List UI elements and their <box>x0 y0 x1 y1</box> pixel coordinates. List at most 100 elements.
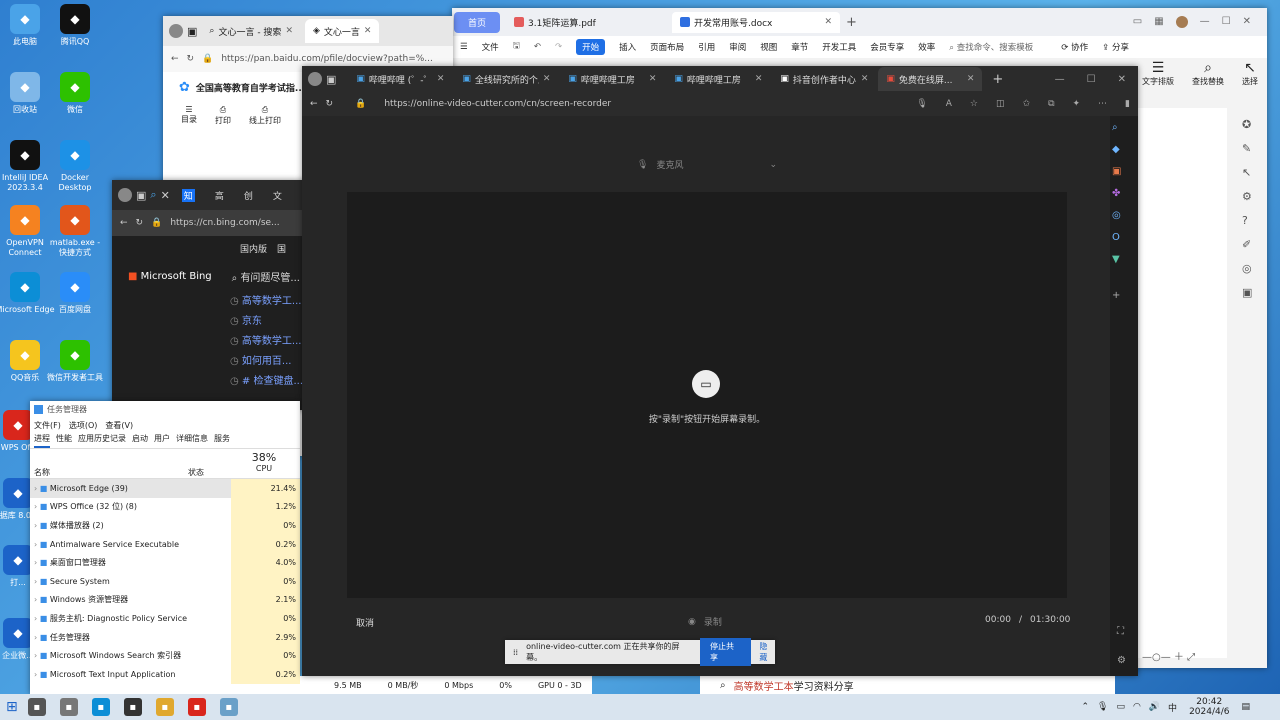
tm-tab[interactable]: 进程 <box>34 433 50 448</box>
location-icon[interactable]: ◎ <box>1242 262 1252 275</box>
find-replace-button[interactable]: ⌕ 查找替换 <box>1192 60 1224 87</box>
tm-tab[interactable]: 启动 <box>132 433 148 448</box>
table-row[interactable]: › ■ Microsoft Text Input Application 0.2% <box>30 664 300 684</box>
edge-icon[interactable]: ▪ <box>91 698 110 716</box>
close-icon[interactable]: ✕ <box>967 74 975 84</box>
maximize-icon[interactable]: ☐ <box>1087 74 1096 85</box>
tab-wenxin[interactable]: ◈ 文心一言 ✕ <box>304 19 380 43</box>
close-icon[interactable]: ✕ <box>437 74 445 84</box>
add-icon[interactable]: + <box>1112 290 1121 301</box>
browser-tab[interactable]: ▣ 免费在线屏... ✕ <box>878 67 983 91</box>
notification-icon[interactable]: ▤ <box>1241 702 1250 712</box>
browser-tab[interactable]: ▣全线研究所的个人... ✕ <box>454 67 558 91</box>
maximize-icon[interactable]: ☐ <box>1222 16 1231 28</box>
refresh-icon[interactable]: ↻ <box>136 218 144 228</box>
tabs-icon[interactable]: ▣ <box>136 189 146 202</box>
screenshot-icon[interactable]: ⛶ <box>1117 626 1126 637</box>
col-cpu-header[interactable]: 38% CPU <box>228 449 300 478</box>
volume-icon[interactable]: 🔊 <box>1149 702 1160 712</box>
menu-view[interactable]: 查看(V) <box>105 420 133 431</box>
folder-icon[interactable]: ▪ <box>155 698 174 716</box>
table-row[interactable]: › ■ 任务管理器 2.9% <box>30 627 300 647</box>
tray-up-icon[interactable]: ⌃ <box>1081 702 1089 712</box>
region-tab-cn[interactable]: 国内版 <box>240 242 267 255</box>
search-icon[interactable]: ⌕ <box>1112 122 1121 133</box>
close-icon[interactable]: ✕ <box>861 74 869 84</box>
mic-tray-icon[interactable]: 🎙 <box>1097 702 1108 712</box>
menu-file[interactable]: 文件(F) <box>34 420 61 431</box>
wps-icon[interactable]: ▪ <box>187 698 206 716</box>
select-button[interactable]: ↖ 选择 <box>1242 60 1258 87</box>
undo-icon[interactable]: ↶ <box>534 42 541 52</box>
search-command[interactable]: ⌕ 查找命令、搜索模板 <box>949 41 1033 53</box>
cancel-button[interactable]: 取消 <box>356 616 374 629</box>
tm-tab[interactable]: 服务 <box>214 433 230 448</box>
toc-button[interactable]: ☰ 目录 <box>181 105 197 126</box>
favorite-icon[interactable]: ☆ <box>970 99 978 109</box>
tm-tab[interactable]: 详细信息 <box>176 433 208 448</box>
table-row[interactable]: › ■ Microsoft Edge (39) 21.4% <box>30 479 300 498</box>
history-item[interactable]: ◷ 如何用百... <box>230 352 307 372</box>
ime-indicator[interactable]: 中 <box>1168 701 1177 714</box>
tab-zhihu[interactable]: 知 <box>174 183 203 207</box>
table-row[interactable]: › ■ WPS Office (32 位) (8) 1.2% <box>30 497 300 517</box>
sidebar-toggle-icon[interactable]: ▮ <box>1125 99 1130 109</box>
drag-handle-icon[interactable]: ⁞⁞ <box>513 648 518 657</box>
media-icon[interactable]: ▪ <box>123 698 142 716</box>
minimize-icon[interactable]: — <box>1200 16 1210 28</box>
wps-tab-docx[interactable]: 开发常用账号.docx ✕ <box>672 11 841 33</box>
close-window-icon[interactable]: ✕ <box>1243 16 1251 28</box>
wps-tab-pdf[interactable]: 3.1矩阵运算.pdf <box>506 12 666 33</box>
menu-view[interactable]: 视图 <box>760 41 777 53</box>
refresh-icon[interactable]: ↻ <box>187 54 195 64</box>
menu-layout[interactable]: 页面布局 <box>650 41 684 53</box>
desktop-icon[interactable]: ◆ matlab.exe - 快捷方式 <box>45 205 105 258</box>
pen-icon[interactable]: ✎ <box>1242 142 1252 155</box>
collab-button[interactable]: ⟳ 协作 <box>1061 41 1088 53</box>
new-tab-icon[interactable]: + <box>992 72 1003 87</box>
menu-icon[interactable]: ☰ <box>460 42 468 52</box>
app-icon[interactable]: ▪ <box>219 698 238 716</box>
profile-icon[interactable] <box>169 24 183 38</box>
browser-tab[interactable]: ▣ 抖音创作者中心 ✕ <box>772 67 876 91</box>
extension-icon[interactable]: ✦ <box>1073 99 1081 109</box>
table-row[interactable]: › ■ 桌面窗口管理器 4.0% <box>30 553 300 572</box>
desktop-icon[interactable]: ◆ Docker Desktop <box>45 140 105 193</box>
table-row[interactable]: › ■ Secure System 0% <box>30 571 300 591</box>
avatar[interactable] <box>1175 16 1188 28</box>
browser-tab[interactable]: ▣ 哔哩哔哩 (゜-゜) ✕ <box>348 67 452 91</box>
mic-icon[interactable]: 🎙 <box>916 99 927 109</box>
menu-file[interactable]: 文件 <box>482 41 499 53</box>
help-icon[interactable]: ? <box>1242 214 1252 227</box>
browser-tab[interactable]: ▣ 哔哩哔哩工房 ✕ <box>560 67 664 91</box>
table-row[interactable]: › ■ Windows 资源管理器 2.1% <box>30 590 300 610</box>
grid-icon[interactable]: ▦ <box>1154 16 1163 28</box>
redo-icon[interactable]: ↷ <box>555 42 562 52</box>
menu-options[interactable]: 选项(O) <box>69 420 98 431</box>
wifi-icon[interactable]: ◠ <box>1133 702 1141 712</box>
tab-chuang[interactable]: 创 <box>236 183 261 207</box>
menu-devtools[interactable]: 开发工具 <box>822 41 856 53</box>
profile-icon[interactable] <box>308 72 322 86</box>
mic-select[interactable]: 🎙 麦克风 ⌄ <box>637 158 777 172</box>
table-row[interactable]: › ■ Antimalware Service Executable 0.2% <box>30 534 300 554</box>
print-button[interactable]: ⎙ 打印 <box>215 105 231 126</box>
tab-wenxin-search[interactable]: ⌕ 文心一言 - 搜索 ✕ <box>201 19 301 43</box>
col-name[interactable]: 名称 <box>30 449 188 478</box>
start-icon[interactable]: ⊞ <box>6 699 18 715</box>
split-icon[interactable]: ◫ <box>996 99 1005 109</box>
close-icon[interactable]: ✕ <box>824 17 832 27</box>
explorer-icon[interactable]: ▪ <box>59 698 78 716</box>
search-icon[interactable]: ▪ <box>27 698 46 716</box>
history-item[interactable]: ◷ # 检查键盘... <box>230 372 307 392</box>
toolbox-icon[interactable]: ▣ <box>1112 166 1121 177</box>
table-row[interactable]: › ■ 媒体播放器 (2) 0% <box>30 516 300 535</box>
table-row[interactable]: › ■ Microsoft Windows Search 索引器 0% <box>30 646 300 665</box>
profile-icon[interactable] <box>118 188 132 202</box>
back-icon[interactable]: ← <box>310 99 318 109</box>
settings-icon[interactable]: ⚙ <box>1242 190 1252 203</box>
menu-start[interactable]: 开始 <box>576 39 606 55</box>
bing-search-box[interactable]: ⌕ 有问题尽管... <box>232 269 300 284</box>
history-item[interactable]: ◷ 高等数学工... <box>230 332 307 352</box>
menu-member[interactable]: 会员专享 <box>870 41 904 53</box>
